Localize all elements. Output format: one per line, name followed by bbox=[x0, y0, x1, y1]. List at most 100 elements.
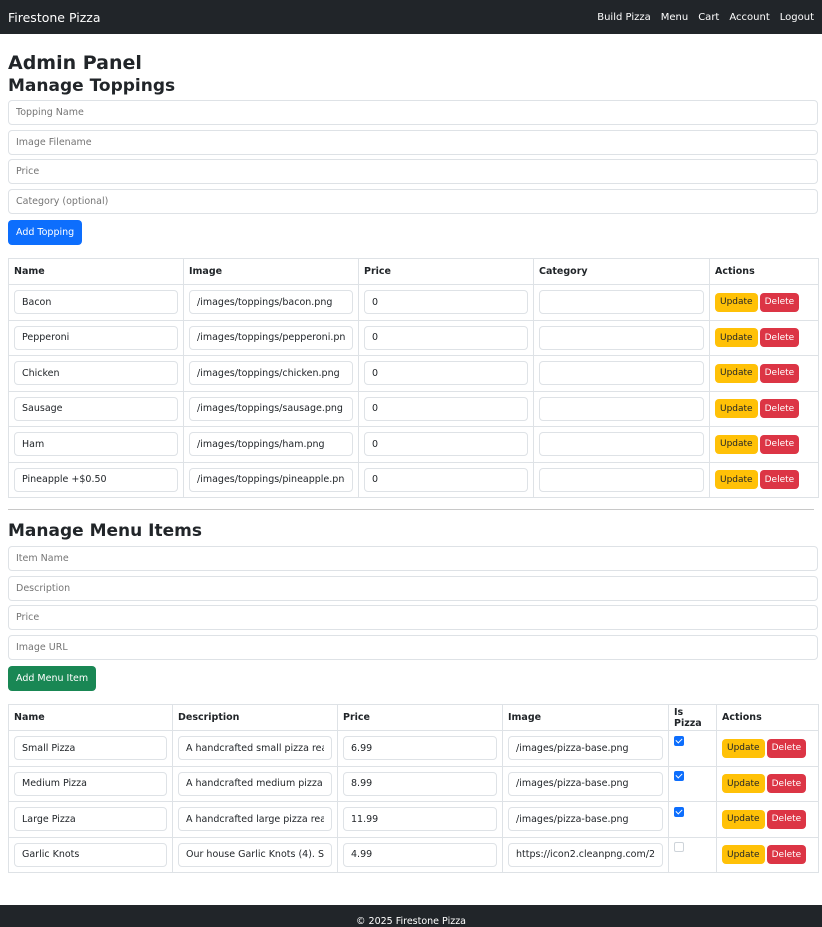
brand-link[interactable]: Firestone Pizza bbox=[8, 10, 100, 25]
topping-name-field[interactable] bbox=[14, 290, 178, 315]
delete-button[interactable]: Delete bbox=[766, 738, 807, 758]
menu-image-field[interactable] bbox=[508, 842, 663, 867]
col-header-description: Description bbox=[172, 704, 338, 731]
menu-item-image-input[interactable] bbox=[8, 634, 818, 660]
update-button[interactable]: Update bbox=[715, 328, 758, 348]
menu-header-row: Name Description Price Image Is Pizza Ac… bbox=[8, 704, 819, 731]
add-menu-item-button[interactable]: Add Menu Item bbox=[8, 666, 97, 691]
delete-button[interactable]: Delete bbox=[759, 363, 800, 383]
menu-name-field[interactable] bbox=[14, 807, 167, 832]
table-row: UpdateDelete bbox=[8, 390, 819, 427]
menu-item-description-input[interactable] bbox=[8, 575, 818, 601]
topping-price-field[interactable] bbox=[364, 432, 528, 457]
update-button[interactable]: Update bbox=[715, 363, 758, 383]
section-divider bbox=[8, 509, 814, 510]
menu-name-field[interactable] bbox=[14, 842, 167, 867]
topping-category-field[interactable] bbox=[539, 432, 704, 457]
topping-category-input[interactable] bbox=[8, 188, 818, 214]
topping-image-field[interactable] bbox=[189, 432, 353, 457]
nav-menu[interactable]: Menu bbox=[661, 12, 688, 23]
nav-cart[interactable]: Cart bbox=[698, 12, 719, 23]
table-row: UpdateDelete bbox=[8, 765, 819, 802]
menu-price-field[interactable] bbox=[343, 771, 497, 796]
update-button[interactable]: Update bbox=[715, 470, 758, 490]
col-header-price: Price bbox=[358, 258, 534, 285]
topping-image-field[interactable] bbox=[189, 325, 353, 350]
menu-description-field[interactable] bbox=[178, 736, 332, 761]
topping-image-field[interactable] bbox=[189, 361, 353, 386]
nav-build-pizza[interactable]: Build Pizza bbox=[597, 12, 651, 23]
menu-item-name-input[interactable] bbox=[8, 546, 818, 571]
is-pizza-checkbox[interactable] bbox=[674, 735, 684, 746]
topping-category-field[interactable] bbox=[539, 325, 704, 350]
add-topping-button[interactable]: Add Topping bbox=[8, 220, 83, 245]
topping-image-field[interactable] bbox=[189, 467, 353, 492]
delete-button[interactable]: Delete bbox=[759, 399, 800, 419]
menu-item-price-input[interactable] bbox=[8, 605, 818, 630]
menu-image-field[interactable] bbox=[508, 771, 663, 796]
topping-price-field[interactable] bbox=[364, 290, 528, 315]
menu-image-field[interactable] bbox=[508, 807, 663, 832]
delete-button[interactable]: Delete bbox=[766, 845, 807, 865]
delete-button[interactable]: Delete bbox=[759, 434, 800, 454]
topping-image-field[interactable] bbox=[189, 290, 353, 315]
delete-button[interactable]: Delete bbox=[759, 328, 800, 348]
update-button[interactable]: Update bbox=[722, 774, 765, 794]
page-title: Admin Panel bbox=[8, 52, 142, 74]
topping-price-field[interactable] bbox=[364, 467, 528, 492]
topping-category-field[interactable] bbox=[539, 290, 704, 315]
menu-description-field[interactable] bbox=[178, 807, 332, 832]
menu-description-field[interactable] bbox=[178, 771, 332, 796]
menu-price-field[interactable] bbox=[343, 807, 497, 832]
delete-button[interactable]: Delete bbox=[759, 470, 800, 490]
table-row: UpdateDelete bbox=[8, 426, 819, 463]
menu-price-field[interactable] bbox=[343, 842, 497, 867]
is-pizza-checkbox[interactable] bbox=[674, 806, 684, 817]
topping-image-input[interactable] bbox=[8, 129, 818, 155]
menu-name-field[interactable] bbox=[14, 736, 167, 761]
delete-button[interactable]: Delete bbox=[759, 292, 800, 312]
is-pizza-checkbox[interactable] bbox=[674, 771, 684, 782]
delete-button[interactable]: Delete bbox=[766, 809, 807, 829]
topping-price-field[interactable] bbox=[364, 361, 528, 386]
is-pizza-checkbox[interactable] bbox=[674, 842, 684, 853]
update-button[interactable]: Update bbox=[722, 845, 765, 865]
table-row: UpdateDelete bbox=[8, 319, 819, 356]
topping-category-field[interactable] bbox=[539, 361, 704, 386]
update-button[interactable]: Update bbox=[722, 809, 765, 829]
topping-name-input[interactable] bbox=[8, 100, 818, 125]
menu-price-field[interactable] bbox=[343, 736, 497, 761]
topping-category-field[interactable] bbox=[539, 396, 704, 421]
table-row: UpdateDelete bbox=[8, 801, 819, 838]
topping-name-field[interactable] bbox=[14, 432, 178, 457]
col-header-image: Image bbox=[502, 704, 669, 731]
menu-section-title: Manage Menu Items bbox=[8, 521, 202, 541]
update-button[interactable]: Update bbox=[715, 434, 758, 454]
update-button[interactable]: Update bbox=[715, 399, 758, 419]
table-row: UpdateDelete bbox=[8, 461, 819, 498]
menu-description-field[interactable] bbox=[178, 842, 332, 867]
topping-price-input[interactable] bbox=[8, 159, 818, 184]
topping-name-field[interactable] bbox=[14, 325, 178, 350]
update-button[interactable]: Update bbox=[722, 738, 765, 758]
menu-items-table: Name Description Price Image Is Pizza Ac… bbox=[8, 704, 819, 873]
menu-name-field[interactable] bbox=[14, 771, 167, 796]
nav-links: Build Pizza Menu Cart Account Logout bbox=[587, 12, 814, 23]
menu-image-field[interactable] bbox=[508, 736, 663, 761]
nav-logout[interactable]: Logout bbox=[780, 12, 814, 23]
topping-image-field[interactable] bbox=[189, 396, 353, 421]
topping-name-field[interactable] bbox=[14, 467, 178, 492]
topping-category-field[interactable] bbox=[539, 467, 704, 492]
delete-button[interactable]: Delete bbox=[766, 774, 807, 794]
col-header-name: Name bbox=[8, 258, 184, 285]
topping-name-field[interactable] bbox=[14, 361, 178, 386]
update-button[interactable]: Update bbox=[715, 292, 758, 312]
topping-price-field[interactable] bbox=[364, 396, 528, 421]
navbar: Firestone Pizza Build Pizza Menu Cart Ac… bbox=[0, 0, 822, 34]
main-container: Admin Panel Manage Toppings Add Topping … bbox=[0, 51, 822, 873]
topping-price-field[interactable] bbox=[364, 325, 528, 350]
col-header-category: Category bbox=[533, 258, 710, 285]
footer: © 2025 Firestone Pizza bbox=[0, 905, 822, 927]
topping-name-field[interactable] bbox=[14, 396, 178, 421]
nav-account[interactable]: Account bbox=[729, 12, 769, 23]
